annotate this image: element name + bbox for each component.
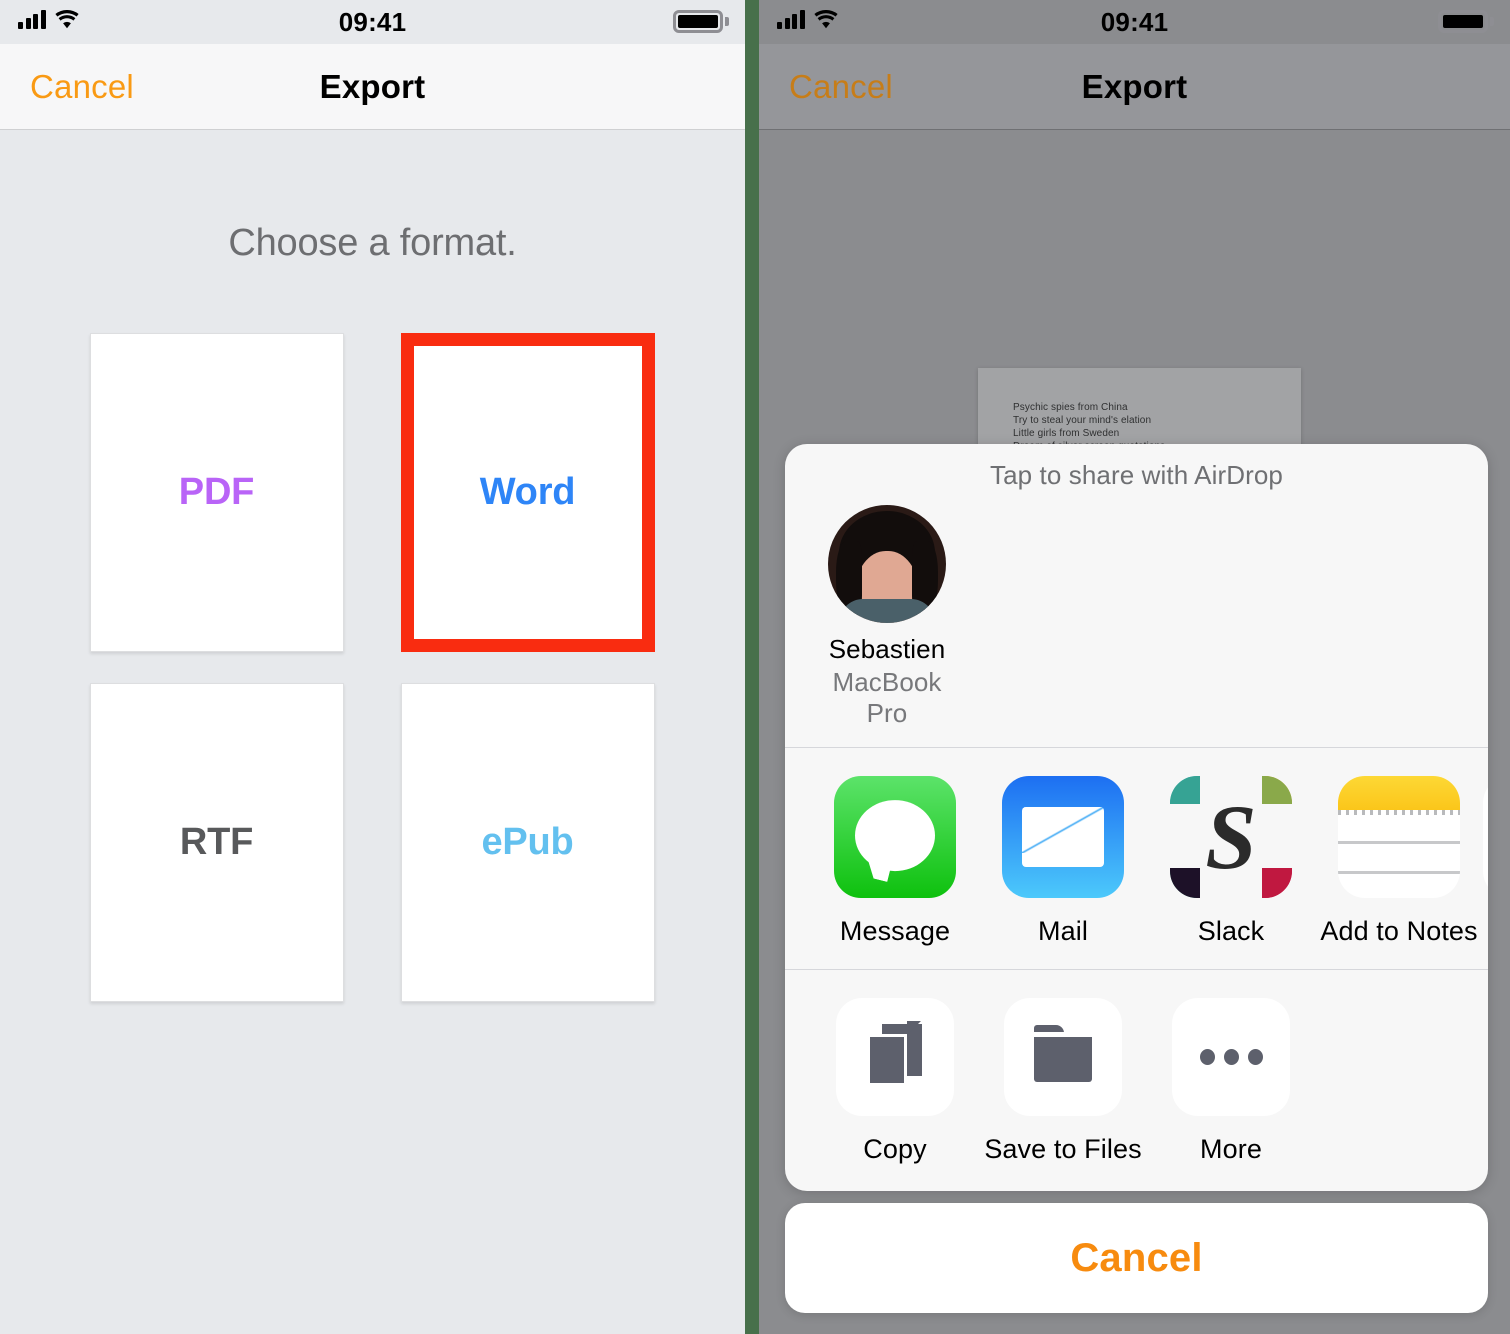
- messages-app-icon: [834, 776, 956, 898]
- folder-icon: [1004, 998, 1122, 1116]
- share-target-label: Add to Notes: [1320, 916, 1478, 946]
- right-nav-bar: Cancel Export: [759, 44, 1510, 130]
- share-sheet-cancel-label: Cancel: [1070, 1235, 1203, 1280]
- left-phone-screen: 09:41 Cancel Export Choose a format. PDF…: [0, 0, 745, 1334]
- share-action-more[interactable]: More: [1147, 998, 1315, 1165]
- battery-full-icon: [1438, 10, 1494, 33]
- cellular-signal-icon: [777, 10, 805, 29]
- airdrop-person-name: Sebastien: [828, 634, 946, 664]
- copy-icon: [836, 998, 954, 1116]
- right-status-time: 09:41: [1100, 7, 1169, 37]
- share-sheet: Tap to share with AirDrop Sebastien MacB…: [785, 444, 1488, 1191]
- share-target-message[interactable]: Message: [811, 776, 979, 947]
- right-phone-screen: 09:41 Cancel Export Psychic spies from C…: [759, 0, 1510, 1334]
- share-target-label: Message: [839, 916, 951, 946]
- format-option-rtf[interactable]: RTF: [89, 683, 344, 1002]
- panel-divider: [745, 0, 759, 1334]
- doc-line: Try to steal your mind's elation: [1013, 415, 1152, 426]
- share-action-label: More: [1200, 1134, 1262, 1164]
- format-label-epub: ePub: [481, 821, 574, 863]
- airdrop-person-sebastien[interactable]: Sebastien MacBook Pro: [809, 505, 965, 729]
- format-option-pdf[interactable]: PDF: [89, 333, 344, 652]
- choose-format-heading: Choose a format.: [228, 222, 517, 264]
- ellipsis-icon: [1172, 998, 1290, 1116]
- left-status-time: 09:41: [338, 7, 407, 37]
- share-sheet-cancel-button[interactable]: Cancel: [785, 1203, 1488, 1313]
- format-card-pdf: PDF: [89, 333, 344, 652]
- notes-app-icon: [1338, 776, 1460, 898]
- airdrop-person-device: MacBook Pro: [832, 667, 942, 728]
- right-cancel-button[interactable]: Cancel: [789, 68, 893, 106]
- share-actions-row[interactable]: Copy Save to Files More: [785, 970, 1488, 1191]
- battery-full-icon: [673, 10, 729, 33]
- format-card-word: Word: [400, 333, 655, 652]
- left-cancel-button[interactable]: Cancel: [30, 68, 134, 106]
- airdrop-section: Tap to share with AirDrop Sebastien MacB…: [785, 444, 1488, 747]
- share-target-label: Mail: [1038, 916, 1088, 946]
- format-card-word-inner: Word: [413, 346, 642, 639]
- format-grid: PDF Word RTF ePub: [89, 333, 656, 1002]
- share-action-label: Copy: [863, 1134, 927, 1164]
- share-target-next-partial[interactable]: [1483, 776, 1488, 947]
- right-status-indicators: [777, 10, 838, 29]
- dual-screenshot-root: 09:41 Cancel Export Choose a format. PDF…: [0, 0, 1510, 1334]
- share-action-copy[interactable]: Copy: [811, 998, 979, 1165]
- right-status-bar: 09:41: [759, 0, 1510, 44]
- airdrop-people-list: Sebastien MacBook Pro: [785, 491, 1488, 747]
- avatar: [828, 505, 946, 623]
- airdrop-title: Tap to share with AirDrop: [990, 460, 1283, 490]
- share-apps-row[interactable]: Message Mail S Slack Add to Notes: [785, 748, 1488, 969]
- left-status-bar: 09:41: [0, 0, 745, 44]
- format-label-rtf: RTF: [179, 821, 254, 863]
- share-target-mail[interactable]: Mail: [979, 776, 1147, 947]
- doc-line: Little girls from Sweden: [1013, 428, 1120, 439]
- slack-app-icon: S: [1170, 776, 1292, 898]
- format-card-epub: ePub: [400, 683, 655, 1002]
- next-app-icon: [1483, 776, 1488, 898]
- share-target-label: Slack: [1197, 916, 1265, 946]
- doc-line: Psychic spies from China: [1013, 402, 1128, 413]
- format-label-pdf: PDF: [178, 471, 255, 513]
- mail-app-icon: [1002, 776, 1124, 898]
- format-option-word[interactable]: Word: [400, 333, 655, 652]
- share-action-save-to-files[interactable]: Save to Files: [979, 998, 1147, 1165]
- wifi-icon: [54, 10, 79, 29]
- format-card-rtf: RTF: [89, 683, 344, 1002]
- cellular-signal-icon: [18, 10, 46, 29]
- format-option-epub[interactable]: ePub: [400, 683, 655, 1002]
- left-nav-bar: Cancel Export: [0, 44, 745, 130]
- left-status-indicators: [18, 10, 79, 29]
- wifi-icon: [813, 10, 838, 29]
- share-target-slack[interactable]: S Slack: [1147, 776, 1315, 947]
- share-target-notes[interactable]: Add to Notes: [1315, 776, 1483, 947]
- share-action-label: Save to Files: [984, 1134, 1142, 1164]
- format-label-word: Word: [479, 471, 576, 513]
